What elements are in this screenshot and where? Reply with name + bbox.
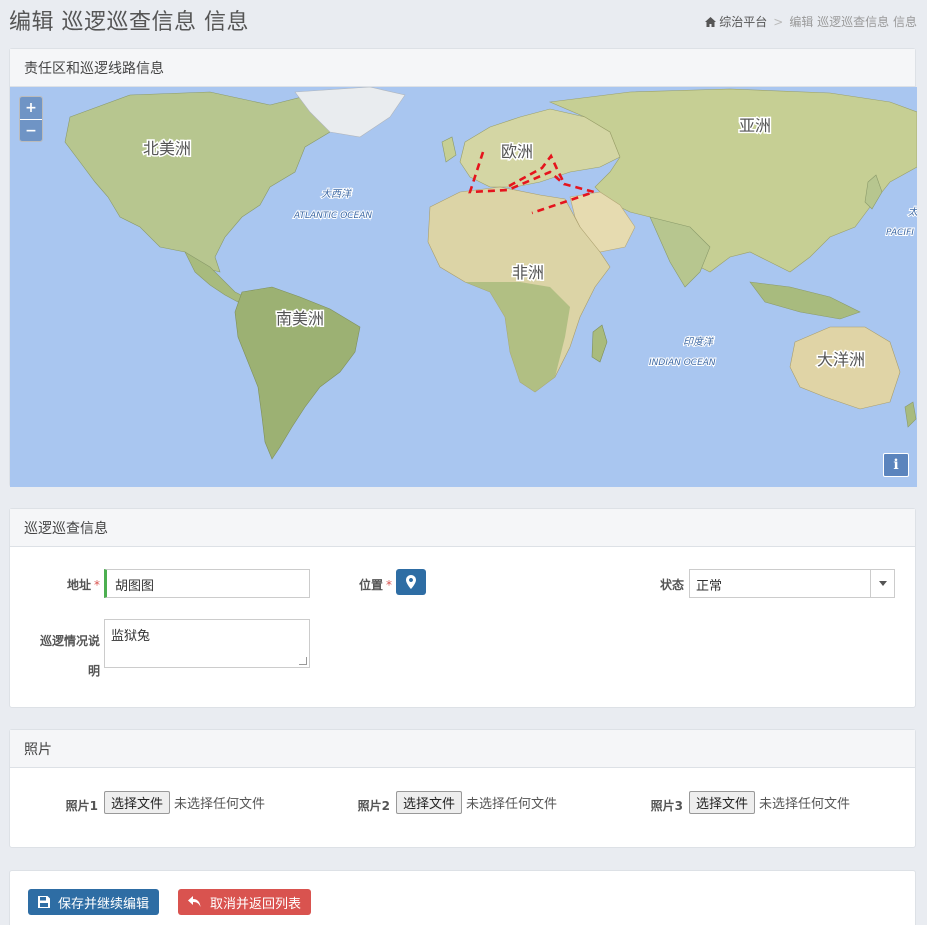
photos-panel: 照片 照片1 选择文件 未选择任何文件 照片2 选择文件 未选择任何文件 照片3… bbox=[9, 729, 916, 848]
save-icon bbox=[38, 896, 50, 908]
location-label-text: 位置 bbox=[358, 578, 383, 592]
undo-icon bbox=[188, 896, 201, 907]
notes-textarea-value: 监狱兔 bbox=[111, 629, 151, 644]
breadcrumb: 综治平台 > 编辑 巡逻巡查信息 信息 bbox=[705, 13, 917, 30]
map-marker-icon bbox=[406, 575, 416, 589]
photo-3-file-input: 选择文件 未选择任何文件 bbox=[689, 791, 850, 814]
label-atlantic-en: ATLANTIC OCEAN bbox=[293, 211, 372, 221]
label-indian-en: INDIAN OCEAN bbox=[649, 358, 716, 368]
zoom-in-button[interactable]: + bbox=[20, 97, 42, 119]
location-picker-button[interactable] bbox=[396, 569, 426, 595]
label-indian-cn: 印度洋 bbox=[683, 336, 714, 348]
status-select[interactable]: 正常 bbox=[689, 569, 895, 598]
notes-label-line1: 巡逻情况说 bbox=[39, 634, 100, 648]
label-atlantic-cn: 大西洋 bbox=[321, 188, 352, 200]
photo-3-status: 未选择任何文件 bbox=[759, 797, 851, 812]
page-title: 编辑 巡逻巡查信息 信息 bbox=[9, 10, 249, 35]
breadcrumb-home[interactable]: 综治平台 bbox=[705, 13, 767, 30]
label-pacific-en: PACIFI bbox=[886, 228, 914, 238]
photo-3-choose-button[interactable]: 选择文件 bbox=[689, 791, 756, 814]
address-input-value: 胡图图 bbox=[115, 579, 155, 594]
photos-panel-title: 照片 bbox=[24, 741, 52, 758]
caret-down-icon bbox=[878, 581, 887, 586]
photo-2-status: 未选择任何文件 bbox=[466, 797, 558, 812]
address-required-mark: * bbox=[94, 578, 100, 592]
label-europe: 欧洲 bbox=[501, 142, 533, 161]
location-label: 位置 * bbox=[340, 576, 392, 593]
photo-2-label: 照片2 bbox=[357, 799, 390, 813]
status-select-value: 正常 bbox=[696, 579, 723, 594]
label-oceania: 大洋洲 bbox=[817, 350, 865, 369]
photo-1-label: 照片1 bbox=[65, 799, 98, 813]
notes-textarea[interactable]: 监狱兔 bbox=[104, 619, 310, 668]
label-pacific-cn: 太 bbox=[908, 206, 917, 218]
breadcrumb-separator: > bbox=[773, 14, 784, 29]
patrol-panel-title: 巡逻巡查信息 bbox=[24, 520, 108, 537]
notes-label-line2: 明 bbox=[87, 664, 100, 678]
patrol-panel: 巡逻巡查信息 地址 * 胡图图 位置 * 状态 正常 巡逻情况说 明 监狱兔 bbox=[9, 508, 916, 708]
status-select-arrow bbox=[870, 570, 894, 597]
map-panel-heading: 责任区和巡逻线路信息 bbox=[10, 49, 915, 87]
location-required-mark: * bbox=[386, 578, 392, 592]
cancel-return-label: 取消并返回列表 bbox=[210, 896, 302, 912]
cancel-return-button[interactable]: 取消并返回列表 bbox=[178, 889, 312, 915]
address-label: 地址 * bbox=[50, 576, 100, 593]
zoom-control: + − bbox=[19, 96, 43, 142]
photos-panel-heading: 照片 bbox=[10, 730, 915, 768]
map-panel: 责任区和巡逻线路信息 北美洲 南美洲 欧洲 非洲 亚洲 大洋洲 大西洋 ATLA… bbox=[9, 48, 917, 487]
breadcrumb-home-label: 综治平台 bbox=[719, 15, 768, 29]
actions-panel: 保存并继续编辑 取消并返回列表 bbox=[9, 870, 916, 925]
photo-3-label: 照片3 bbox=[650, 799, 683, 813]
label-asia: 亚洲 bbox=[739, 116, 771, 135]
notes-label: 巡逻情况说 明 bbox=[20, 626, 100, 686]
save-continue-label: 保存并继续编辑 bbox=[58, 896, 150, 912]
photo-2-choose-button[interactable]: 选择文件 bbox=[396, 791, 463, 814]
status-label: 状态 bbox=[659, 578, 684, 592]
home-icon bbox=[705, 16, 717, 27]
label-south-america: 南美洲 bbox=[276, 309, 324, 328]
photo-1-file-input: 选择文件 未选择任何文件 bbox=[104, 791, 265, 814]
save-continue-button[interactable]: 保存并继续编辑 bbox=[28, 889, 160, 915]
map-info-button[interactable]: i bbox=[883, 453, 909, 477]
map-view[interactable]: 北美洲 南美洲 欧洲 非洲 亚洲 大洋洲 大西洋 ATLANTIC OCEAN … bbox=[10, 87, 917, 487]
photo-1-status: 未选择任何文件 bbox=[174, 797, 266, 812]
address-input[interactable]: 胡图图 bbox=[104, 569, 310, 598]
photo-1-choose-button[interactable]: 选择文件 bbox=[104, 791, 171, 814]
address-label-text: 地址 bbox=[66, 578, 91, 592]
patrol-panel-heading: 巡逻巡查信息 bbox=[10, 509, 915, 547]
photo-2-file-input: 选择文件 未选择任何文件 bbox=[396, 791, 557, 814]
map-panel-title: 责任区和巡逻线路信息 bbox=[24, 60, 164, 77]
label-north-america: 北美洲 bbox=[143, 139, 191, 158]
label-africa: 非洲 bbox=[512, 263, 544, 282]
breadcrumb-current: 编辑 巡逻巡查信息 信息 bbox=[789, 15, 917, 29]
resize-handle-icon[interactable] bbox=[299, 657, 307, 665]
zoom-out-button[interactable]: − bbox=[20, 119, 42, 141]
